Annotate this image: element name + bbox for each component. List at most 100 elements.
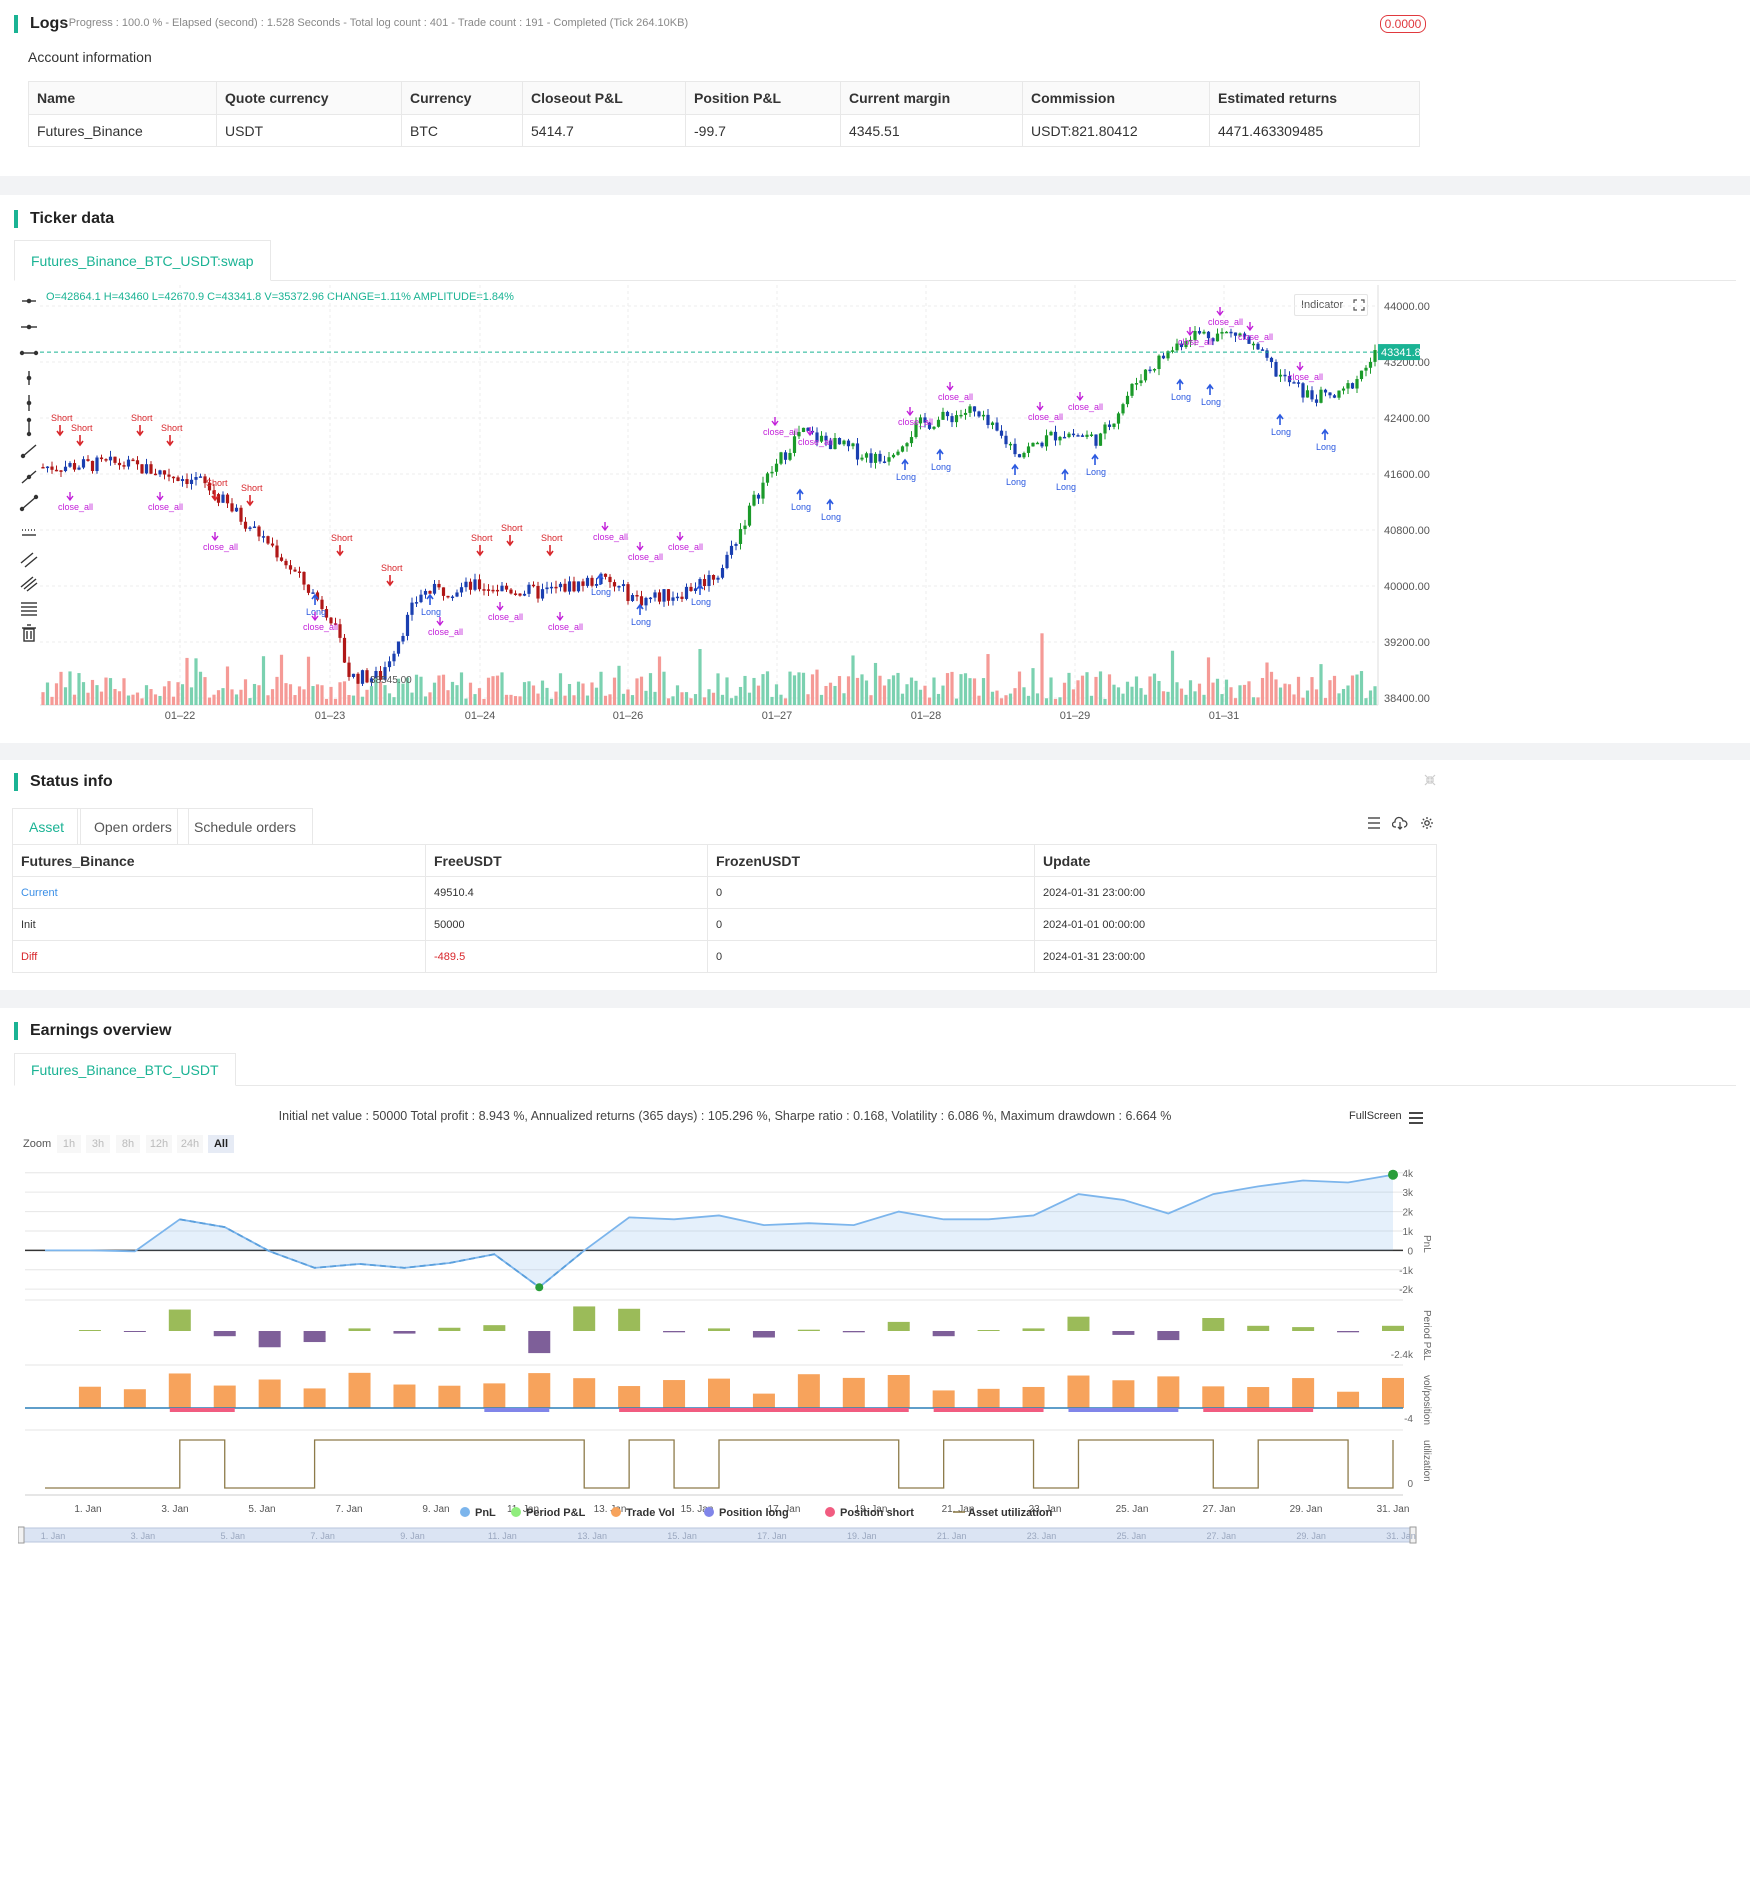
zoom-8h[interactable]: 8h xyxy=(116,1135,140,1153)
tab-open-orders[interactable]: Open orders xyxy=(77,808,189,845)
candle-body xyxy=(1220,331,1224,334)
candle-body xyxy=(392,653,396,662)
date-tick-label: 01–26 xyxy=(613,710,644,722)
horizontal-line-icon[interactable] xyxy=(21,324,37,330)
volume-bar xyxy=(450,681,455,705)
tab-earnings-symbol[interactable]: Futures_Binance_BTC_USDT xyxy=(14,1053,236,1086)
volume-bar xyxy=(549,698,554,705)
trend-line-icon[interactable] xyxy=(20,444,37,459)
trade-vol-bar xyxy=(213,1385,236,1408)
zoom-all[interactable]: All xyxy=(208,1135,234,1153)
price-tick-label: 40800.00 xyxy=(1384,525,1430,537)
candle-body xyxy=(495,589,500,592)
zoom-1h[interactable]: 1h xyxy=(57,1135,81,1153)
candle-body xyxy=(792,436,797,453)
position-bar xyxy=(169,1408,235,1412)
volume-bar xyxy=(743,675,747,705)
vertical-ray-icon[interactable] xyxy=(26,371,32,385)
fib-retracement-icon[interactable] xyxy=(21,602,37,616)
period-pnl-bar xyxy=(977,1330,1000,1331)
volume-bar xyxy=(194,658,198,705)
earnings-chart[interactable]: 4k 3k 2k 1k 0 -1k -2k PnL -2.4k Period P&L -4 vol/p… xyxy=(0,1160,1440,1520)
volume-bar xyxy=(923,685,927,705)
vol-axis-title: vol/position xyxy=(1421,1375,1432,1425)
list-icon[interactable] xyxy=(1367,816,1381,830)
trade-vol-bar xyxy=(1247,1387,1270,1408)
candlestick-chart[interactable]: 44000.0043200.0042400.0041600.0040800.00… xyxy=(40,285,1440,735)
long-label: Long xyxy=(791,502,811,512)
candle-body xyxy=(846,440,851,447)
volume-bar xyxy=(891,675,896,705)
segment-icon[interactable] xyxy=(19,494,39,512)
trade-vol-bar xyxy=(1112,1380,1135,1408)
candle-body xyxy=(662,589,666,602)
candle-body xyxy=(878,453,882,462)
range-navigator[interactable]: 1. Jan 3. Jan 5. Jan 7. Jan 9. Jan 11. Jan 13.… xyxy=(18,1526,1418,1544)
zoom-24h[interactable]: 24h xyxy=(177,1135,203,1153)
close-arrow-icon xyxy=(906,407,914,417)
horizontal-ray-icon[interactable] xyxy=(22,298,36,304)
candle-body xyxy=(999,430,1004,436)
cloud-download-icon[interactable] xyxy=(1392,816,1408,830)
volume-bar xyxy=(1301,697,1305,705)
trade-vol-bar xyxy=(483,1383,506,1408)
volume-bar xyxy=(603,695,608,705)
volume-bar xyxy=(545,687,549,705)
candle-body xyxy=(1152,369,1157,371)
navigator-date-label: 5. Jan xyxy=(220,1531,245,1541)
volume-bar xyxy=(135,692,140,705)
vertical-line-icon[interactable] xyxy=(26,395,32,411)
trash-icon[interactable] xyxy=(22,624,36,642)
fib-channel-icon[interactable] xyxy=(20,576,38,592)
tab-asset[interactable]: Asset xyxy=(12,808,82,845)
tab-ticker-symbol[interactable]: Futures_Binance_BTC_USDT:swap xyxy=(14,240,271,281)
volume-bar xyxy=(851,655,855,705)
horizontal-segment-icon[interactable] xyxy=(19,350,39,356)
volume-bar xyxy=(1143,694,1148,705)
zoom-12h[interactable]: 12h xyxy=(146,1135,172,1153)
close-label: close_all xyxy=(58,502,93,512)
date-tick-label: 9. Jan xyxy=(422,1504,449,1515)
candle-body xyxy=(486,589,491,591)
candle-body xyxy=(297,571,302,573)
short-label: Short xyxy=(501,523,523,533)
gear-icon[interactable] xyxy=(1420,816,1434,830)
tab-schedule-orders[interactable]: Schedule orders xyxy=(177,808,313,845)
volume-bar xyxy=(513,696,518,705)
collapse-icon[interactable] xyxy=(1424,774,1436,786)
volume-bar xyxy=(1224,679,1229,705)
candle-body xyxy=(153,473,158,476)
volume-bar xyxy=(333,698,338,705)
vertical-segment-icon[interactable] xyxy=(26,417,32,437)
volume-bar xyxy=(284,683,288,705)
volume-bar xyxy=(905,684,909,705)
volume-bar xyxy=(680,692,684,705)
candle-body xyxy=(774,463,779,472)
close-arrow-icon xyxy=(156,492,164,502)
candle-body xyxy=(1296,382,1301,384)
menu-icon[interactable] xyxy=(1409,1112,1423,1124)
volume-bar xyxy=(297,686,302,705)
volume-bar xyxy=(707,689,711,705)
fullscreen-button[interactable]: FullScreen xyxy=(1349,1110,1402,1122)
navigator-date-label: 11. Jan xyxy=(488,1531,517,1541)
candle-body xyxy=(185,479,189,485)
volume-bar xyxy=(954,698,959,705)
candle-body xyxy=(1341,388,1346,391)
price-label-icon[interactable] xyxy=(22,529,36,536)
short-arrow-icon xyxy=(166,435,174,447)
candle-body xyxy=(630,594,635,602)
ticker-title: Ticker data xyxy=(14,210,114,228)
volume-bar xyxy=(509,694,513,705)
candle-body xyxy=(351,673,356,677)
candle-body xyxy=(428,590,432,594)
zoom-3h[interactable]: 3h xyxy=(86,1135,110,1153)
tab-earnings-symbol-label: Futures_Binance_BTC_USDT xyxy=(31,1062,219,1078)
period-pnl-bar xyxy=(1337,1331,1360,1333)
asset-cell: 49510.4 xyxy=(425,876,708,909)
parallel-channel-icon[interactable] xyxy=(20,552,38,568)
volume-bar xyxy=(351,695,356,705)
trend-ray-icon[interactable] xyxy=(21,470,37,484)
trade-vol-bar xyxy=(1157,1376,1180,1408)
volume-bar xyxy=(1188,680,1193,705)
